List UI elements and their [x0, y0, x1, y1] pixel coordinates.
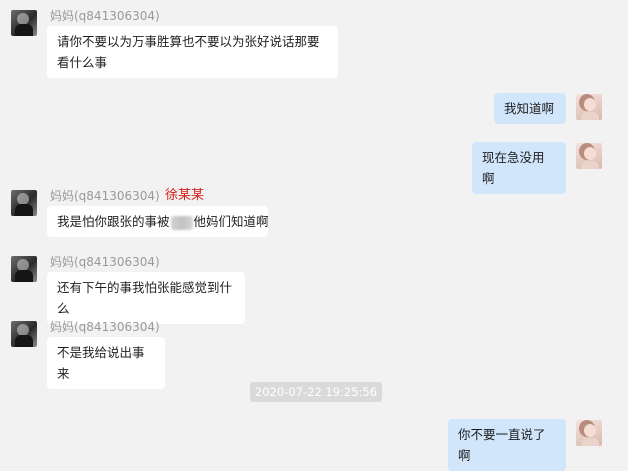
user-avatar[interactable]: [576, 420, 602, 446]
redacted-name-mask: [170, 215, 193, 230]
message-text-part: 我是怕你跟张的事被: [57, 214, 170, 229]
contact-avatar[interactable]: [11, 256, 37, 282]
message-bubble-outgoing[interactable]: 你不要一直说了啊: [448, 419, 566, 471]
message-bubble-outgoing[interactable]: 我知道啊: [494, 93, 566, 124]
sender-name: 妈妈(q841306304): [50, 9, 160, 23]
contact-avatar[interactable]: [11, 190, 37, 216]
sender-name: 妈妈(q841306304): [50, 320, 160, 334]
message-text-part: 他妈们知道啊: [193, 214, 269, 229]
sender-name: 妈妈(q841306304): [50, 189, 160, 203]
red-annotation-label: 徐某某: [165, 188, 205, 203]
contact-avatar[interactable]: [11, 10, 37, 36]
message-timestamp: 2020-07-22 19:25:56: [250, 382, 382, 402]
message-bubble-incoming[interactable]: 请你不要以为万事胜算也不要以为张好说话那要看什么事: [47, 26, 338, 78]
message-bubble-incoming[interactable]: 不是我给说出事来: [47, 337, 165, 389]
user-avatar[interactable]: [576, 94, 602, 120]
sender-name: 妈妈(q841306304): [50, 255, 160, 269]
message-bubble-outgoing[interactable]: 现在急没用啊: [472, 142, 566, 194]
message-bubble-incoming[interactable]: 我是怕你跟张的事被 他妈们知道啊: [47, 206, 269, 237]
message-bubble-incoming[interactable]: 还有下午的事我怕张能感觉到什么: [47, 272, 245, 324]
contact-avatar[interactable]: [11, 321, 37, 347]
user-avatar[interactable]: [576, 143, 602, 169]
